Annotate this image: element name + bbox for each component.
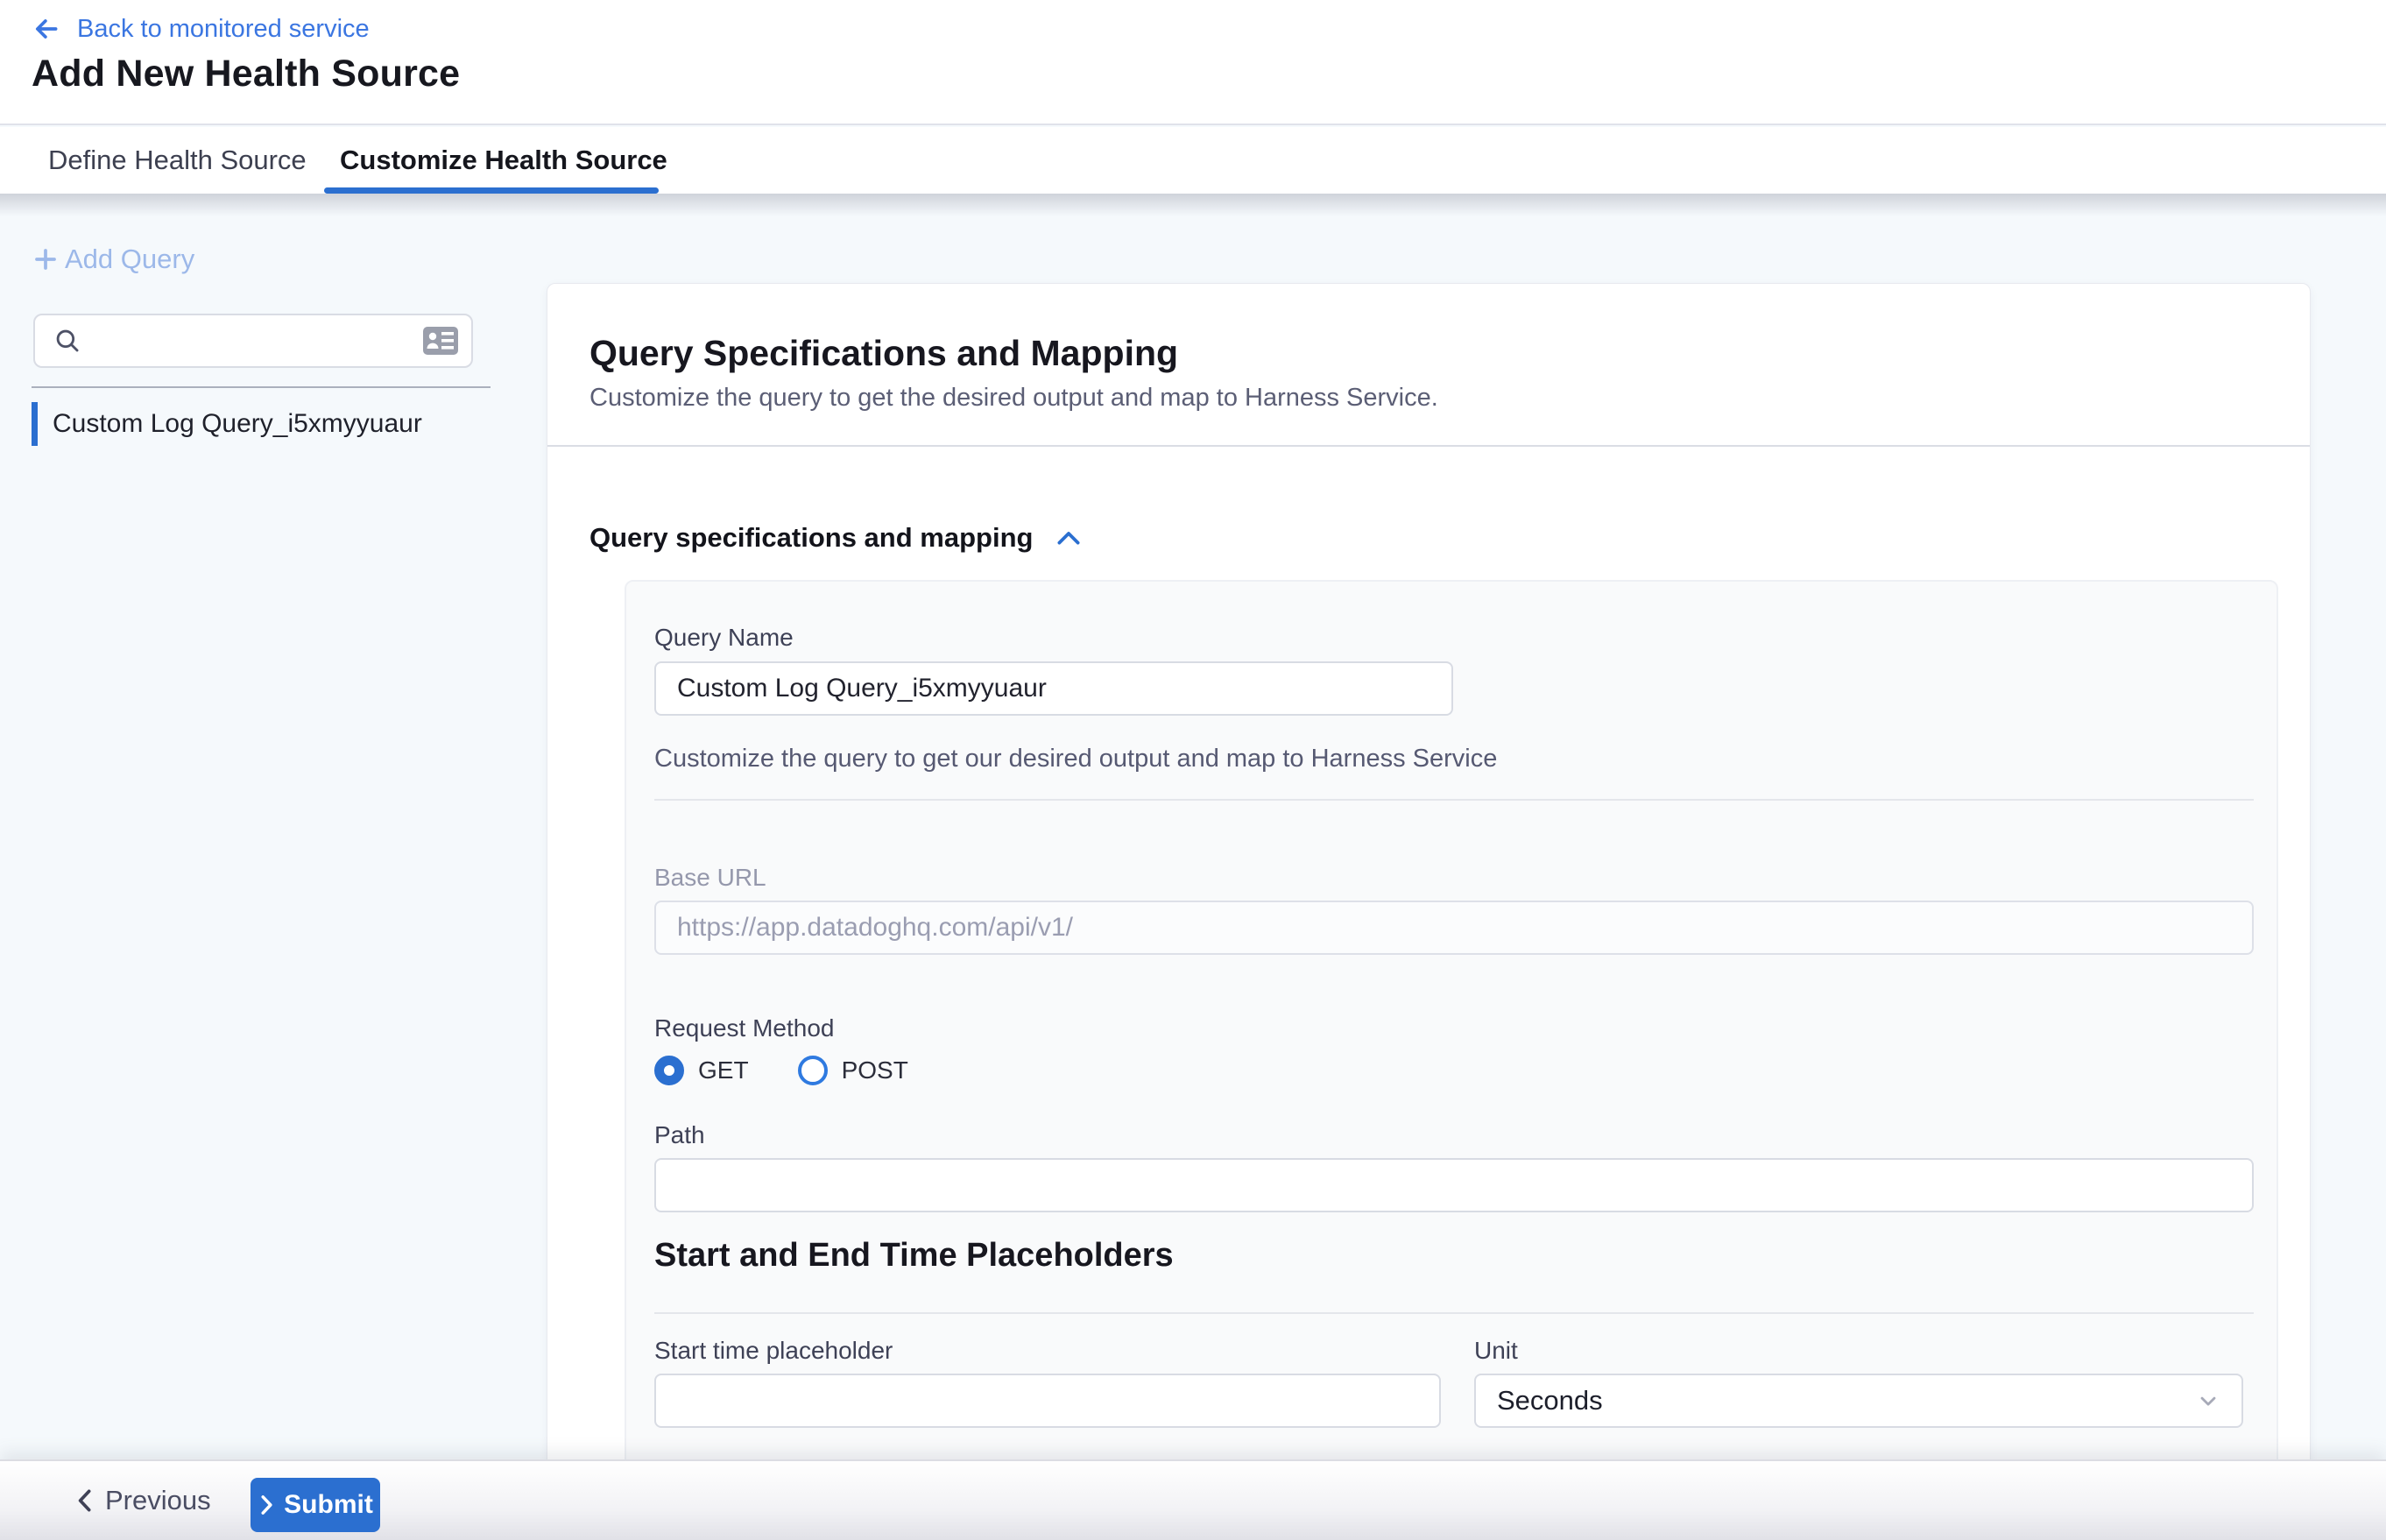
unit-select[interactable]: Seconds: [1474, 1374, 2243, 1428]
back-link[interactable]: Back to monitored service: [32, 12, 370, 46]
sidebar-divider: [32, 386, 491, 388]
query-form-panel: Query Name Customize the query to get ou…: [625, 580, 2278, 1540]
query-name-help-text: Customize the query to get our desired o…: [654, 745, 1497, 774]
query-search-input[interactable]: [33, 314, 473, 368]
query-item-label: Custom Log Query_i5xmyyuaur: [53, 409, 422, 439]
base-url-input: [654, 901, 2254, 955]
radio-get-label[interactable]: GET: [698, 1056, 749, 1084]
chevron-down-icon: [2196, 1388, 2220, 1413]
previous-button[interactable]: Previous: [74, 1461, 211, 1540]
query-specifications-card: Query Specifications and Mapping Customi…: [547, 283, 2311, 1540]
previous-button-label: Previous: [105, 1485, 211, 1516]
radio-post[interactable]: [798, 1056, 828, 1085]
card-subheading: Customize the query to get the desired o…: [589, 384, 1438, 413]
query-name-label: Query Name: [654, 624, 794, 652]
query-search: [33, 314, 473, 368]
card-heading: Query Specifications and Mapping: [589, 333, 1178, 374]
tab-bar-shadow: [0, 194, 2386, 216]
tab-customize-health-source[interactable]: Customize Health Source: [340, 127, 667, 194]
back-arrow-icon: [32, 14, 61, 44]
tab-bar: Define Health Source Customize Health So…: [0, 127, 2386, 194]
active-tab-underline: [324, 187, 659, 194]
search-icon: [53, 326, 82, 360]
radio-get[interactable]: [654, 1056, 684, 1085]
header: Back to monitored service Add New Health…: [0, 0, 2386, 125]
chevron-up-icon: [1055, 528, 1082, 547]
selected-query-indicator: [32, 402, 38, 446]
card-divider: [547, 445, 2310, 447]
unit-select-value: Seconds: [1497, 1385, 2196, 1416]
path-label: Path: [654, 1121, 705, 1149]
start-time-input[interactable]: [654, 1374, 1441, 1428]
time-placeholders-heading: Start and End Time Placeholders: [654, 1237, 1174, 1275]
add-health-source-screen: Back to monitored service Add New Health…: [0, 0, 2386, 1540]
chevron-left-icon: [74, 1487, 95, 1514]
radio-post-label[interactable]: POST: [842, 1056, 908, 1084]
request-method-label: Request Method: [654, 1014, 834, 1042]
section-collapse-toggle[interactable]: Query specifications and mapping: [589, 522, 1082, 554]
plus-icon: [32, 245, 60, 273]
submit-button[interactable]: Submit: [251, 1478, 380, 1532]
unit-label: Unit: [1474, 1337, 1518, 1365]
request-method-radio-group: GET POST: [654, 1051, 908, 1090]
add-query-button[interactable]: Add Query: [32, 242, 194, 277]
add-query-label: Add Query: [65, 244, 194, 275]
base-url-label: Base URL: [654, 864, 766, 892]
submit-button-label: Submit: [284, 1490, 373, 1520]
page-title: Add New Health Source: [32, 53, 460, 95]
start-time-label: Start time placeholder: [654, 1337, 893, 1365]
card-view-icon[interactable]: [422, 326, 459, 360]
form-divider-2: [654, 1312, 2254, 1314]
tab-define-health-source[interactable]: Define Health Source: [48, 127, 307, 194]
footer-bar: Previous Submit: [0, 1459, 2386, 1540]
query-list-item[interactable]: Custom Log Query_i5xmyyuaur: [32, 402, 491, 446]
chevron-right-icon: [258, 1494, 275, 1516]
path-input[interactable]: [654, 1158, 2254, 1212]
back-link-label: Back to monitored service: [77, 15, 370, 44]
query-name-input[interactable]: [654, 661, 1453, 716]
form-divider: [654, 799, 2254, 801]
section-title: Query specifications and mapping: [589, 522, 1033, 554]
